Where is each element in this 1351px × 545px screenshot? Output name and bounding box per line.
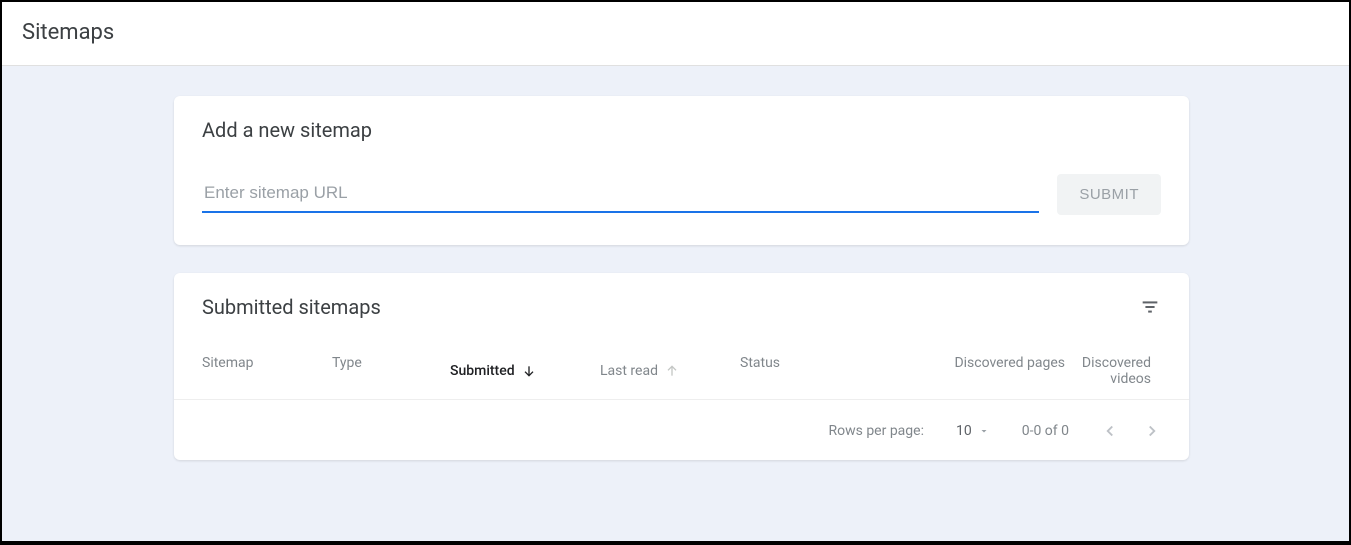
column-sitemap[interactable]: Sitemap: [202, 355, 332, 387]
column-lastread-label: Last read: [600, 363, 658, 379]
column-discovered-pages[interactable]: Discovered pages: [910, 355, 1065, 387]
column-status[interactable]: Status: [740, 355, 910, 387]
submitted-sitemaps-title: Submitted sitemaps: [202, 295, 381, 319]
column-submitted[interactable]: Submitted: [450, 355, 600, 387]
filter-icon[interactable]: [1139, 296, 1161, 318]
page-title: Sitemaps: [22, 20, 1329, 45]
pagination-bar: Rows per page: 10 0-0 of 0: [174, 400, 1189, 460]
rows-per-page-value: 10: [956, 423, 972, 439]
column-discovered-videos[interactable]: Discovered videos: [1065, 355, 1161, 387]
submit-button[interactable]: SUBMIT: [1057, 174, 1161, 215]
submitted-sitemaps-card: Submitted sitemaps Sitemap Type Submitte…: [174, 273, 1189, 460]
arrow-down-icon: [521, 363, 537, 379]
page-prev-icon[interactable]: [1101, 422, 1119, 440]
column-submitted-label: Submitted: [450, 363, 515, 379]
chevron-down-icon: [978, 425, 990, 437]
column-lastread[interactable]: Last read: [600, 355, 740, 387]
arrow-up-icon: [664, 363, 680, 379]
pagination-range: 0-0 of 0: [1022, 423, 1069, 439]
table-header-row: Sitemap Type Submitted Last read: [174, 319, 1189, 400]
rows-per-page-label: Rows per page:: [828, 423, 923, 439]
page-header: Sitemaps: [2, 2, 1349, 66]
sitemap-url-input[interactable]: [202, 177, 1039, 213]
add-sitemap-title: Add a new sitemap: [174, 96, 1189, 142]
add-sitemap-card: Add a new sitemap SUBMIT: [174, 96, 1189, 245]
rows-per-page-select[interactable]: 10: [956, 423, 990, 439]
column-type[interactable]: Type: [332, 355, 450, 387]
page-next-icon[interactable]: [1143, 422, 1161, 440]
